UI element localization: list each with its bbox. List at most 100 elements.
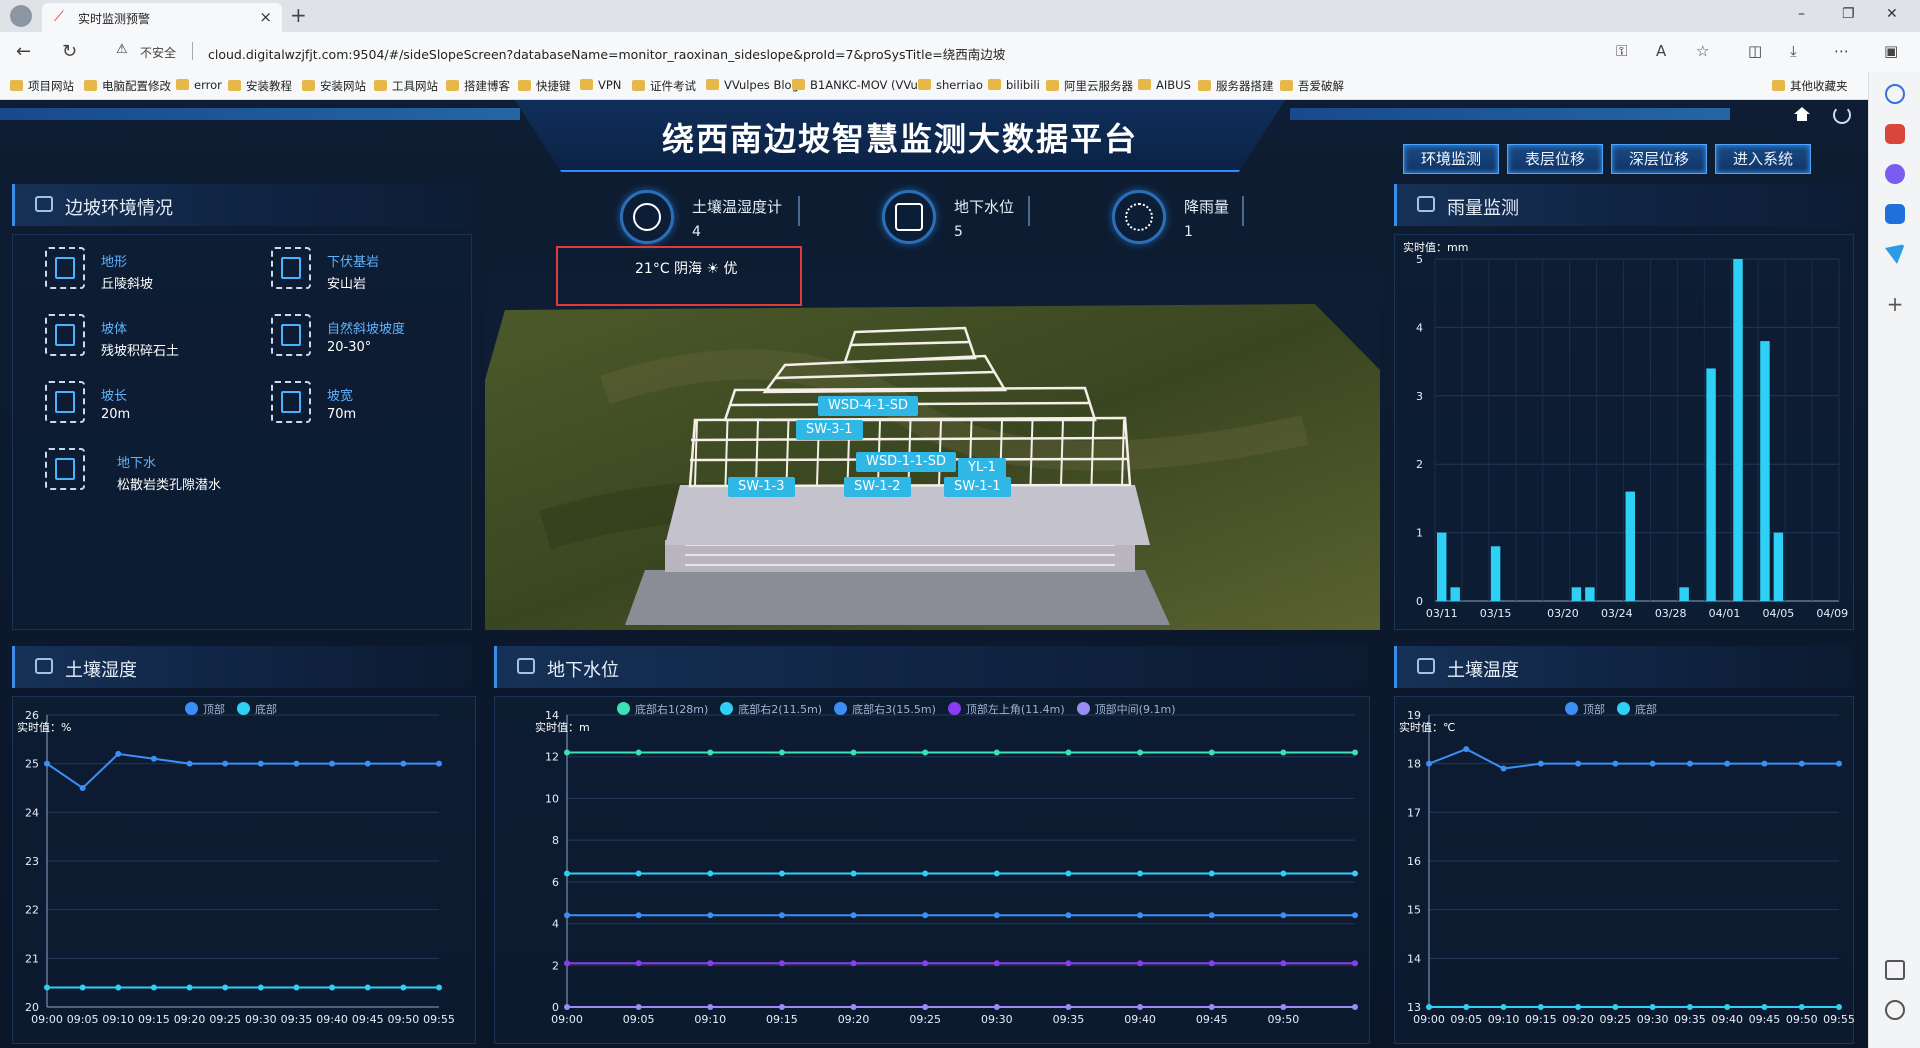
rain-bar-chart[interactable]: 01234503/11 03/15 03/20 03/24 03/28 04/01 04/0…	[1395, 235, 1855, 631]
bookmark-item[interactable]: 搭建博客	[446, 78, 510, 94]
bookmark-item[interactable]: 项目网站	[10, 78, 74, 94]
legend-item[interactable]: 顶部中间(9.1m)	[1065, 702, 1175, 716]
data-point	[1724, 760, 1731, 767]
x-tick-label: 09:15	[138, 1013, 170, 1026]
legend-dot-icon	[1076, 702, 1090, 715]
legend-item[interactable]: 底部	[225, 702, 277, 716]
bookmark-item[interactable]: 吾爱破解	[1280, 78, 1344, 94]
key-icon[interactable]: ⚿	[1616, 42, 1627, 60]
legend-label: 顶部左上角(11.4m)	[965, 703, 1065, 716]
tab-close-icon[interactable]: ×	[259, 8, 272, 26]
refresh-icon[interactable]: ↻	[62, 41, 77, 62]
bookmark-label: bilibili	[1006, 78, 1040, 92]
legend-item[interactable]: 顶部	[173, 702, 225, 716]
data-point	[564, 870, 570, 877]
outlook-icon[interactable]	[1885, 204, 1905, 224]
marker-wsd-4-1[interactable]: WSD-4-1-SD	[818, 396, 918, 416]
more-menu-icon[interactable]: ⋯	[1834, 42, 1849, 60]
home-icon[interactable]	[1793, 106, 1811, 122]
bookmark-label: VVulpes Blog	[724, 78, 799, 92]
humidity-line-chart[interactable]: 2021222324252609:00 09:05 09:10 09:15 09:20 0…	[13, 697, 477, 1045]
bookmark-item[interactable]: VPN	[580, 78, 621, 92]
bookmark-label: 安装网站	[320, 79, 366, 93]
marker-wsd-1-1[interactable]: WSD-1-1-SD	[856, 452, 956, 472]
data-point	[1500, 765, 1507, 772]
sensor-value: 1	[1184, 224, 1193, 240]
tab-active[interactable]: ⟋ 实时监测预警 ×	[42, 3, 282, 32]
x-tick-label: 09:20	[174, 1013, 206, 1026]
bookmark-item[interactable]: error	[176, 78, 222, 92]
data-point	[707, 870, 714, 877]
bookmark-item[interactable]: sherriao	[918, 78, 983, 92]
send-icon[interactable]	[1885, 244, 1905, 264]
read-aloud-icon[interactable]: A	[1656, 42, 1666, 60]
minimize-button[interactable]: –	[1798, 6, 1805, 22]
download-icon[interactable]: ⤓	[1790, 42, 1797, 60]
legend-item[interactable]: 底部	[1605, 702, 1657, 716]
legend-label: 底部	[1635, 703, 1657, 716]
favorite-star-icon[interactable]: ☆	[1696, 42, 1709, 60]
data-point	[1208, 1004, 1215, 1010]
groundwater-line-chart[interactable]: 0246810121409:00 09:05 09:10 09:15 09:20 09:2…	[495, 697, 1371, 1045]
nav-enter-system[interactable]: 进入系统	[1715, 144, 1811, 174]
nav-deep-disp[interactable]: 深层位移	[1611, 144, 1707, 174]
bookmark-item[interactable]: 证件考试	[632, 78, 696, 94]
address-bar[interactable]: ⚠ 不安全 cloud.digitalwzjfjt.com:9504/#/sid…	[112, 40, 1712, 64]
bookmark-item[interactable]: 工具网站	[374, 78, 438, 94]
data-point	[1065, 912, 1072, 919]
env-panel: 地形 丘陵斜坡 下伏基岩 安山岩 坡体 残坡积碎石土 自然斜坡坡度 20-30°…	[12, 234, 472, 630]
back-arrow-icon[interactable]: ←	[16, 41, 31, 62]
split-screen-icon[interactable]: ◫	[1748, 42, 1762, 60]
bookmark-item[interactable]: B1ANKC-MOV (VVu...	[792, 78, 929, 92]
legend-item[interactable]: 底部右1(28m)	[605, 702, 708, 716]
temperature-line-chart[interactable]: 1314151617181909:00 09:05 09:10 09:15 09:20 0…	[1395, 697, 1855, 1045]
legend-item[interactable]: 顶部左上角(11.4m)	[936, 702, 1065, 716]
url-text[interactable]: cloud.digitalwzjfjt.com:9504/#/sideSlope…	[208, 44, 1005, 63]
bookmark-item[interactable]: VVulpes Blog	[706, 78, 799, 92]
data-point	[850, 960, 857, 967]
marker-sw-1-2[interactable]: SW-1-2	[844, 477, 911, 497]
bookmark-label: 搭建博客	[464, 79, 510, 93]
copilot-icon[interactable]	[1885, 164, 1905, 184]
rain-icon	[1112, 190, 1166, 244]
tools-icon[interactable]	[1885, 124, 1905, 144]
add-icon[interactable]: +	[1885, 294, 1905, 314]
bookmark-item[interactable]: 安装教程	[228, 78, 292, 94]
bookmark-item[interactable]: 电脑配置修改	[84, 78, 171, 94]
screenshot-icon[interactable]	[1885, 960, 1905, 980]
profile-icon[interactable]	[10, 5, 32, 27]
power-icon[interactable]	[1833, 106, 1851, 124]
legend-item[interactable]: 底部右3(15.5m)	[822, 702, 936, 716]
close-window-button[interactable]: ✕	[1886, 6, 1898, 22]
marker-sw-3-1[interactable]: SW-3-1	[796, 420, 863, 440]
new-tab-button[interactable]: +	[290, 3, 307, 27]
legend-item[interactable]: 顶部	[1553, 702, 1605, 716]
legend-item[interactable]: 底部右2(11.5m)	[708, 702, 822, 716]
marker-sw-1-1[interactable]: SW-1-1	[944, 477, 1011, 497]
marker-sw-1-3[interactable]: SW-1-3	[728, 477, 795, 497]
env-label: 坡长	[101, 389, 128, 404]
y-tick-label: 2	[1416, 458, 1423, 471]
data-point	[850, 1004, 857, 1010]
restore-button[interactable]: ❐	[1842, 6, 1855, 22]
bookmark-item[interactable]: 其他收藏夹	[1772, 78, 1848, 94]
data-point	[1724, 1004, 1731, 1010]
data-point	[564, 1004, 570, 1010]
bookmark-item[interactable]: bilibili	[988, 78, 1040, 92]
data-point	[1065, 1004, 1072, 1010]
bookmark-item[interactable]: 安装网站	[302, 78, 366, 94]
marker-yl-1[interactable]: YL-1	[958, 458, 1006, 478]
bookmark-item[interactable]: 快捷键	[518, 78, 571, 94]
data-point	[635, 870, 642, 877]
bookmark-item[interactable]: AIBUS	[1138, 78, 1191, 92]
bookmark-item[interactable]: 阿里云服务器	[1046, 78, 1133, 94]
x-tick-label: 09:50	[1268, 1013, 1300, 1026]
settings-gear-icon[interactable]	[1885, 1000, 1905, 1020]
nav-env-monitor[interactable]: 环境监测	[1403, 144, 1499, 174]
sidebar-toggle-icon[interactable]: ▣	[1884, 42, 1898, 60]
bookmark-item[interactable]: 服务器搭建	[1198, 78, 1274, 94]
search-icon[interactable]	[1885, 84, 1905, 104]
slope-3d-scene[interactable]	[485, 270, 1380, 630]
nav-surface-disp[interactable]: 表层位移	[1507, 144, 1603, 174]
x-tick-label: 09:15	[1525, 1013, 1557, 1026]
